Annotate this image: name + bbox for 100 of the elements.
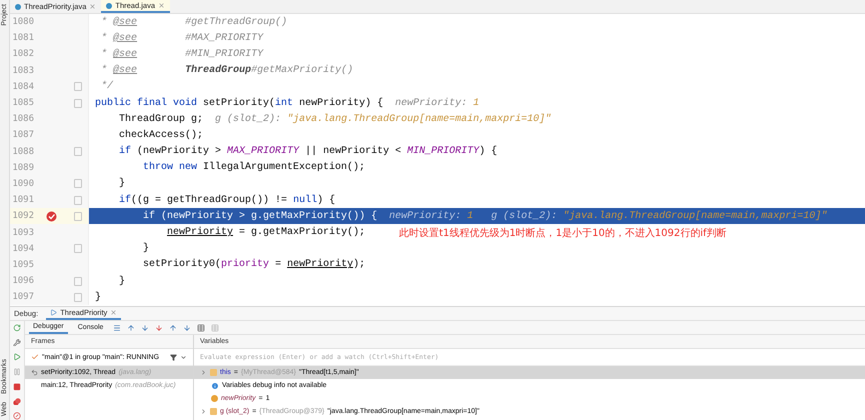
code-token: #MAX_PRIORITY: [185, 32, 264, 44]
code-token: public final void: [95, 98, 198, 109]
code-token: */: [101, 81, 114, 92]
code-token: ThreadGroup g;: [119, 114, 204, 125]
line-number: 1081: [11, 33, 34, 44]
fold-marker[interactable]: [74, 212, 82, 221]
filter-icon[interactable]: [170, 354, 177, 360]
code-token: }: [95, 292, 102, 303]
close-icon[interactable]: [158, 2, 165, 9]
fold-marker[interactable]: [74, 292, 82, 302]
check-icon: [31, 353, 39, 361]
expand-icon[interactable]: [200, 369, 207, 376]
inline-value-hint: g (slot_2):: [491, 210, 558, 222]
annotation-note: 此时设置t1线程优先级为1时断点，1是小于10的，不进入1092行的if判断: [399, 226, 727, 240]
stop-icon[interactable]: [13, 382, 21, 391]
rerun-icon[interactable]: [13, 324, 21, 332]
inline-value-hint: "java.lang.ThreadGroup[name=main,maxpri=10]": [287, 114, 552, 125]
fold-marker[interactable]: [74, 276, 82, 286]
code-token: throw new: [143, 162, 198, 174]
mute-breakpoints-icon[interactable]: [13, 412, 21, 420]
inline-value-hint: newPriority:: [395, 98, 468, 109]
line-number: 1082: [11, 49, 34, 60]
line-number: 1088: [11, 146, 34, 157]
code-token: newPriority: [167, 227, 234, 238]
settings-icon[interactable]: [13, 338, 21, 346]
code-token: IllegalArgumentException();: [203, 162, 366, 174]
return-icon: [31, 369, 38, 376]
parameter-icon: [211, 395, 218, 402]
code-token: if: [119, 194, 132, 206]
fold-marker[interactable]: [74, 196, 82, 205]
line-number: 1089: [11, 162, 34, 173]
line-number: 1096: [11, 276, 34, 286]
code-token: }: [119, 276, 126, 287]
fold-marker[interactable]: [74, 147, 82, 156]
inline-value-hint: newPriority:: [389, 210, 462, 222]
code-token: =: [275, 259, 282, 270]
line-number: 1086: [11, 114, 34, 124]
code-token: *: [101, 65, 108, 76]
code-token: #getThreadGroup(): [185, 16, 288, 28]
code-token: int: [275, 98, 294, 109]
line-number: 1097: [11, 292, 34, 302]
code-token: ) {: [479, 146, 498, 158]
code-token: MAX_PRIORITY: [227, 146, 300, 158]
fold-marker[interactable]: [74, 244, 82, 254]
line-number: 1080: [11, 17, 34, 28]
info-icon: [211, 382, 219, 390]
fold-marker[interactable]: [74, 98, 82, 108]
code-token: );: [353, 259, 366, 270]
line-number: 1090: [11, 178, 34, 189]
breakpoints-icon[interactable]: [13, 398, 21, 406]
run-config-icon: [50, 309, 58, 316]
line-number: 1087: [11, 130, 34, 140]
code-token: setPriority0(: [143, 259, 222, 270]
code-token: #MIN_PRIORITY: [185, 48, 264, 60]
line-number: 1091: [11, 195, 34, 206]
inline-value-hint: 1: [473, 98, 480, 109]
line-number: 1083: [11, 66, 34, 76]
line-number: 1092: [11, 211, 34, 222]
code-token: (newPriority > g.getMaxPriority()) {: [161, 210, 378, 222]
code-token: if: [119, 146, 132, 158]
line-number: 1085: [11, 98, 34, 108]
code-token: MIN_PRIORITY: [407, 146, 480, 158]
field-icon: [210, 369, 217, 376]
grid-icon[interactable]: [211, 324, 220, 332]
code-token: @see: [113, 32, 138, 44]
code-token: ThreadGroup: [185, 65, 252, 76]
code-token: || newPriority <: [305, 146, 402, 158]
code-token: if: [143, 210, 156, 222]
code-token: ((g = getThreadGroup()) !=: [131, 194, 288, 206]
code-token: checkAccess();: [119, 130, 204, 141]
code-token: #getMaxPriority(): [251, 65, 354, 76]
class-file-icon: [15, 4, 21, 10]
code-token: }: [119, 178, 126, 190]
code-token: *: [101, 16, 108, 28]
fold-marker[interactable]: [74, 179, 82, 188]
code-token: ) {: [317, 194, 336, 206]
code-token: setPriority(: [203, 98, 276, 109]
resume-icon[interactable]: [13, 353, 21, 362]
code-token: = g.getMaxPriority();: [239, 227, 366, 238]
code-token: }: [143, 243, 150, 254]
dropdown-icon[interactable]: [180, 354, 187, 360]
code-token: @see: [113, 65, 138, 76]
expand-icon[interactable]: [200, 408, 207, 415]
code-token: *: [101, 32, 108, 44]
close-icon[interactable]: [89, 3, 96, 10]
breakpoint-icon[interactable]: [46, 210, 56, 222]
code-token: @see: [113, 16, 138, 28]
code-token: priority: [221, 259, 270, 270]
line-number: 1095: [11, 260, 34, 270]
close-icon[interactable]: [110, 309, 118, 316]
inline-value-hint: 1: [467, 210, 474, 222]
code-token: *: [101, 48, 108, 60]
fold-marker[interactable]: [74, 82, 82, 92]
class-file-icon: [106, 2, 112, 8]
line-number: 1094: [11, 244, 34, 254]
line-number: 1084: [11, 82, 34, 92]
pause-icon[interactable]: [13, 368, 21, 376]
menu-icon[interactable]: [113, 324, 122, 332]
code-token: newPriority) {: [299, 98, 384, 109]
code-token: newPriority: [287, 259, 354, 270]
